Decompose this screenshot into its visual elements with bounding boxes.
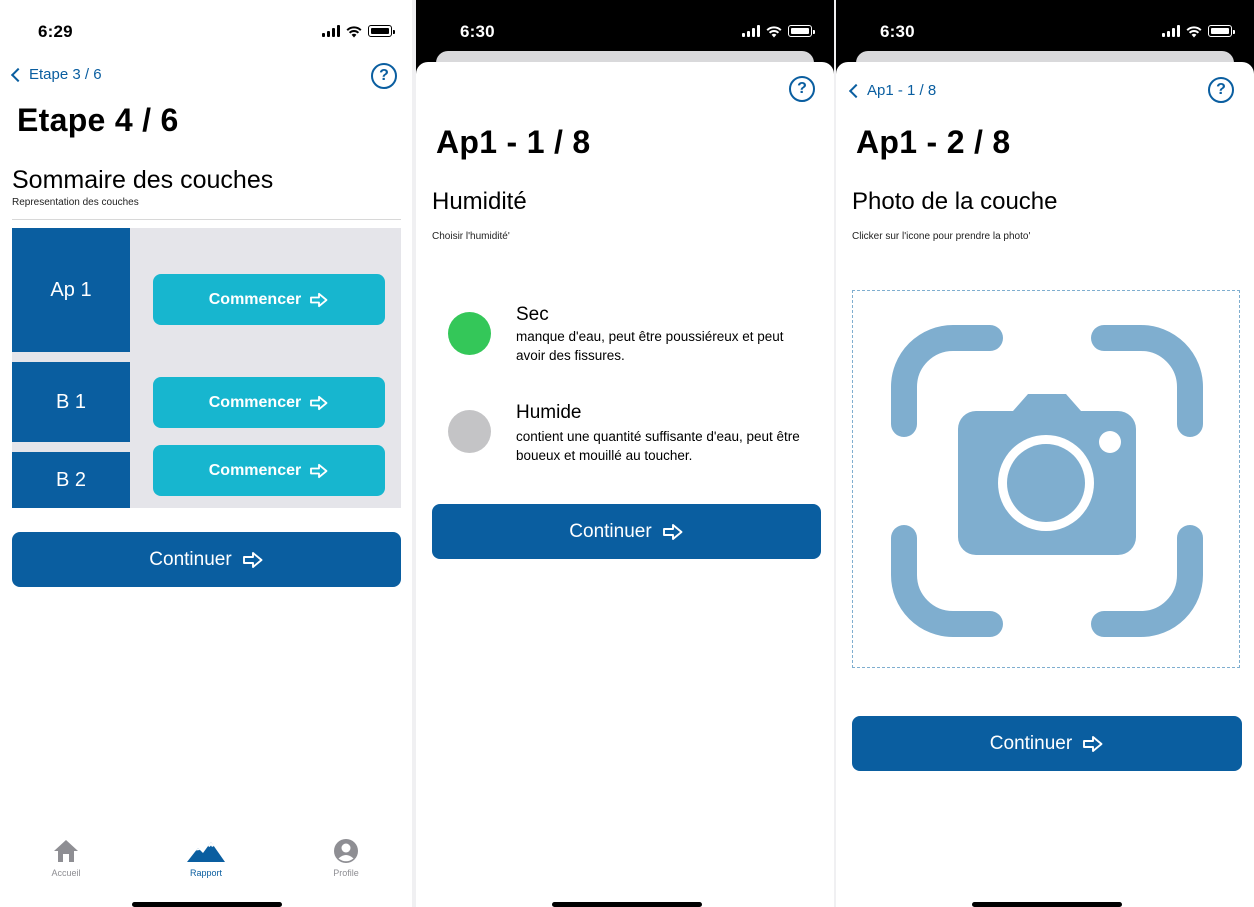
status-time: 6:29 bbox=[38, 22, 73, 41]
help-button[interactable]: ? bbox=[789, 76, 815, 102]
radio-dot-gray[interactable] bbox=[448, 410, 491, 453]
layer-b2: B 2 bbox=[12, 452, 130, 508]
home-indicator bbox=[972, 902, 1122, 907]
radio-dot-green[interactable] bbox=[448, 312, 491, 355]
layer-b1: B 1 bbox=[12, 362, 130, 442]
arrow-right-icon bbox=[662, 523, 683, 540]
page-title: Ap1 - 2 / 8 bbox=[856, 124, 1011, 160]
start-button-label: Commencer bbox=[208, 290, 302, 308]
layers-panel: Ap 1 B 1 B 2 Commencer Commencer Commenc… bbox=[12, 228, 401, 508]
tab-label: Profile bbox=[333, 868, 359, 878]
chevron-left-icon bbox=[848, 83, 864, 98]
option-name: Sec bbox=[516, 304, 549, 325]
section-subtitle: Representation des couches bbox=[12, 197, 139, 208]
back-button[interactable]: Ap1 - 1 / 8 bbox=[848, 82, 936, 99]
status-time: 6:30 bbox=[880, 22, 915, 41]
start-button-b2[interactable]: Commencer bbox=[153, 445, 385, 496]
arrow-right-icon bbox=[310, 292, 328, 307]
tab-label: Accueil bbox=[51, 868, 81, 878]
status-bar: 6:30 bbox=[416, 0, 834, 58]
status-bar: 6:29 bbox=[0, 0, 412, 58]
start-button-ap1[interactable]: Commencer bbox=[153, 274, 385, 325]
modal-sheet: ? Ap1 - 1 / 8 Humidité Choisir l'humidit… bbox=[416, 62, 834, 907]
tab-profile[interactable]: Profile bbox=[296, 838, 396, 878]
section-subtitle: Clicker sur l'icone pour prendre la phot… bbox=[852, 231, 1031, 242]
status-time: 6:30 bbox=[460, 22, 495, 41]
start-button-label: Commencer bbox=[208, 461, 302, 479]
signal-icon bbox=[322, 25, 340, 37]
wifi-icon bbox=[766, 25, 782, 37]
tab-label: Rapport bbox=[189, 868, 223, 878]
layer-ap1: Ap 1 bbox=[12, 228, 130, 352]
option-name: Humide bbox=[516, 402, 582, 423]
photo-dropzone[interactable] bbox=[852, 290, 1240, 668]
continue-button[interactable]: Continuer bbox=[852, 716, 1242, 771]
section-title: Humidité bbox=[432, 188, 527, 215]
modal-sheet: Ap1 - 1 / 8 ? Ap1 - 2 / 8 Photo de la co… bbox=[836, 62, 1254, 907]
battery-icon bbox=[1208, 25, 1235, 37]
tab-rapport[interactable]: Rapport bbox=[156, 838, 256, 878]
tab-accueil[interactable]: Accueil bbox=[16, 838, 116, 878]
divider bbox=[12, 219, 401, 220]
tab-bar: Accueil Rapport Profile bbox=[0, 830, 412, 890]
mountain-icon bbox=[187, 842, 225, 862]
continue-label: Continuer bbox=[149, 548, 232, 570]
home-indicator bbox=[552, 902, 702, 907]
home-icon bbox=[54, 840, 78, 862]
help-button[interactable]: ? bbox=[1208, 77, 1234, 103]
page-title: Etape 4 / 6 bbox=[17, 102, 179, 138]
back-button[interactable]: Etape 3 / 6 bbox=[10, 66, 102, 83]
continue-label: Continuer bbox=[569, 520, 652, 542]
battery-icon bbox=[788, 25, 815, 37]
home-indicator bbox=[132, 902, 282, 907]
continue-button[interactable]: Continuer bbox=[432, 504, 821, 559]
screen-humidite: 6:30 ? Ap1 - 1 / 8 Humidité Choisir l'hu… bbox=[416, 0, 834, 907]
section-title: Photo de la couche bbox=[852, 188, 1058, 215]
signal-icon bbox=[742, 25, 760, 37]
wifi-icon bbox=[1186, 25, 1202, 37]
back-label: Ap1 - 1 / 8 bbox=[867, 82, 937, 99]
status-bar: 6:30 bbox=[836, 0, 1254, 58]
battery-icon bbox=[368, 25, 395, 37]
start-button-label: Commencer bbox=[208, 393, 302, 411]
profile-icon bbox=[334, 839, 358, 863]
screen-etape-4: 6:29 Etape 3 / 6 ? Etape 4 / 6 Sommaire … bbox=[0, 0, 412, 907]
continue-button[interactable]: Continuer bbox=[12, 532, 401, 587]
wifi-icon bbox=[346, 25, 362, 37]
start-button-b1[interactable]: Commencer bbox=[153, 377, 385, 428]
camera-viewfinder-icon[interactable] bbox=[891, 325, 1203, 637]
arrow-right-icon bbox=[310, 395, 328, 410]
section-subtitle: Choisir l'humidité' bbox=[432, 231, 510, 242]
section-title: Sommaire des couches bbox=[12, 166, 274, 194]
back-label: Etape 3 / 6 bbox=[29, 66, 102, 83]
arrow-right-icon bbox=[242, 551, 263, 568]
chevron-left-icon bbox=[10, 67, 26, 82]
page-title: Ap1 - 1 / 8 bbox=[436, 124, 591, 160]
help-button[interactable]: ? bbox=[371, 63, 397, 89]
continue-label: Continuer bbox=[989, 732, 1073, 754]
signal-icon bbox=[1162, 25, 1180, 37]
option-description: contient une quantité suffisante d'eau, … bbox=[516, 429, 800, 463]
arrow-right-icon bbox=[310, 463, 328, 478]
arrow-right-icon bbox=[1083, 735, 1103, 752]
screen-photo: 6:30 Ap1 - 1 / 8 ? Ap1 - 2 / 8 Photo de … bbox=[836, 0, 1254, 907]
option-description: manque d'eau, peut être poussiéreux et p… bbox=[516, 329, 784, 363]
